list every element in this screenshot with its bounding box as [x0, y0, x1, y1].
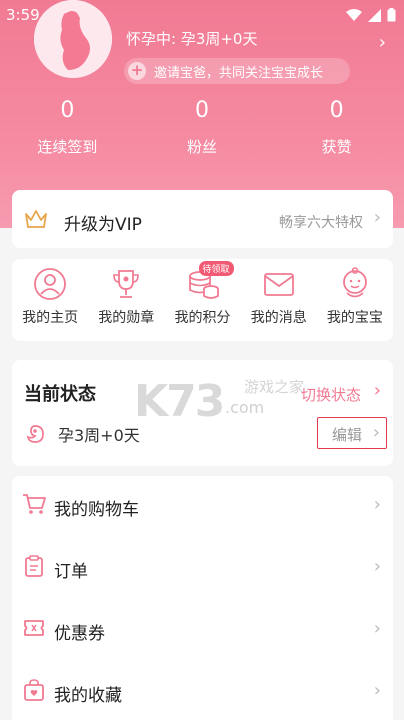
chevron-right-icon: › — [373, 680, 381, 701]
chevron-right-icon: › — [372, 422, 380, 443]
menu-label: 我的收藏 — [54, 686, 122, 706]
plus-icon: + — [128, 62, 146, 80]
invite-partner-button[interactable]: + 邀请宝爸，共同关注宝宝成长 — [124, 58, 350, 84]
vip-upgrade-card[interactable]: 升级为VIP 畅享六大特权 › — [12, 190, 393, 248]
stat-value: 0 — [195, 98, 209, 123]
shortcut-label: 我的消息 — [250, 310, 307, 326]
stat-value: 0 — [329, 98, 344, 123]
ticket-icon — [24, 620, 44, 636]
switch-state-link[interactable]: 切换状态 — [301, 384, 361, 405]
invite-text: 邀请宝爸，共同关注宝宝成长 — [154, 65, 324, 81]
fetus-icon — [26, 425, 44, 443]
menu-item-cart[interactable]: 我的购物车 › — [12, 476, 393, 538]
stat-fans[interactable]: 0 粉丝 — [135, 98, 270, 157]
chevron-right-icon: › — [373, 618, 381, 639]
shortcut-grid: 我的主页 我的勋章 待领取 我的积分 我的消息 我的宝宝 — [12, 259, 393, 341]
bag-icon — [24, 679, 44, 701]
crown-icon — [25, 210, 47, 228]
menu-label: 优惠券 — [54, 624, 105, 644]
baby-icon — [343, 267, 367, 298]
menu-label: 我的购物车 — [54, 500, 139, 520]
mail-icon — [263, 273, 294, 296]
chevron-right-icon: › — [373, 556, 381, 577]
menu-item-favorites[interactable]: 我的收藏 › — [12, 662, 393, 720]
chevron-right-icon[interactable]: › — [374, 380, 381, 401]
status-icons — [346, 8, 396, 22]
menu-label: 订单 — [54, 562, 88, 582]
stat-label: 连续签到 — [37, 138, 98, 156]
vip-subtitle: 畅享六大特权 — [279, 215, 363, 231]
stat-likes[interactable]: 0 获赞 — [269, 98, 404, 157]
shortcut-my-messages[interactable]: 我的消息 — [241, 259, 317, 341]
battery-icon — [387, 8, 396, 22]
shortcut-label: 我的宝宝 — [326, 310, 383, 326]
shortcut-my-points[interactable]: 待领取 我的积分 — [164, 259, 240, 341]
shortcut-my-baby[interactable]: 我的宝宝 — [317, 259, 393, 341]
current-state-title: 当前状态 — [24, 384, 96, 405]
chevron-right-icon: › — [373, 207, 381, 228]
pregnancy-status[interactable]: 怀孕中: 孕3周+0天 — [126, 28, 257, 49]
shortcut-label: 我的积分 — [174, 310, 231, 326]
current-state-value: 孕3周+0天 — [58, 426, 140, 445]
vip-title: 升级为VIP — [64, 215, 142, 235]
trophy-icon — [113, 270, 140, 298]
person-icon — [34, 268, 66, 300]
edit-label: 编辑 — [332, 426, 363, 444]
shortcut-label: 我的主页 — [22, 310, 79, 326]
avatar[interactable] — [34, 0, 112, 78]
shortcut-my-homepage[interactable]: 我的主页 — [12, 259, 88, 341]
stat-checkin[interactable]: 0 连续签到 — [0, 98, 135, 157]
edit-button[interactable]: 编辑 › — [317, 417, 387, 449]
profile-chevron-icon[interactable]: › — [379, 32, 386, 53]
wifi-icon — [346, 8, 362, 21]
clipboard-icon — [25, 555, 43, 577]
menu-item-coupons[interactable]: 优惠券 › — [12, 600, 393, 662]
current-state-card: 当前状态 K73 游戏之家 .com 切换状态 › 孕3周+0天 编辑 › — [12, 360, 393, 466]
signal-icon — [368, 8, 381, 22]
watermark-sub: 游戏之家 — [244, 378, 305, 396]
pending-badge: 待领取 — [198, 261, 234, 276]
state-row: 孕3周+0天 — [24, 422, 140, 446]
stat-label: 获赞 — [321, 138, 352, 156]
cart-icon — [23, 494, 46, 514]
shortcut-my-medals[interactable]: 我的勋章 — [88, 259, 164, 341]
stat-label: 粉丝 — [187, 138, 218, 156]
shortcut-label: 我的勋章 — [98, 310, 155, 326]
menu-list: 我的购物车 › 订单 › 优惠券 › 我的收藏 › — [12, 476, 393, 720]
menu-item-orders[interactable]: 订单 › — [12, 538, 393, 600]
chevron-right-icon: › — [373, 494, 381, 515]
stats-row: 0 连续签到 0 粉丝 0 获赞 — [0, 98, 404, 157]
status-time: 3:59 — [6, 6, 40, 24]
pregnant-silhouette-icon — [34, 0, 112, 78]
watermark-logo: K73 — [134, 376, 225, 427]
stat-value: 0 — [60, 98, 75, 123]
watermark-domain: .com — [225, 398, 265, 417]
